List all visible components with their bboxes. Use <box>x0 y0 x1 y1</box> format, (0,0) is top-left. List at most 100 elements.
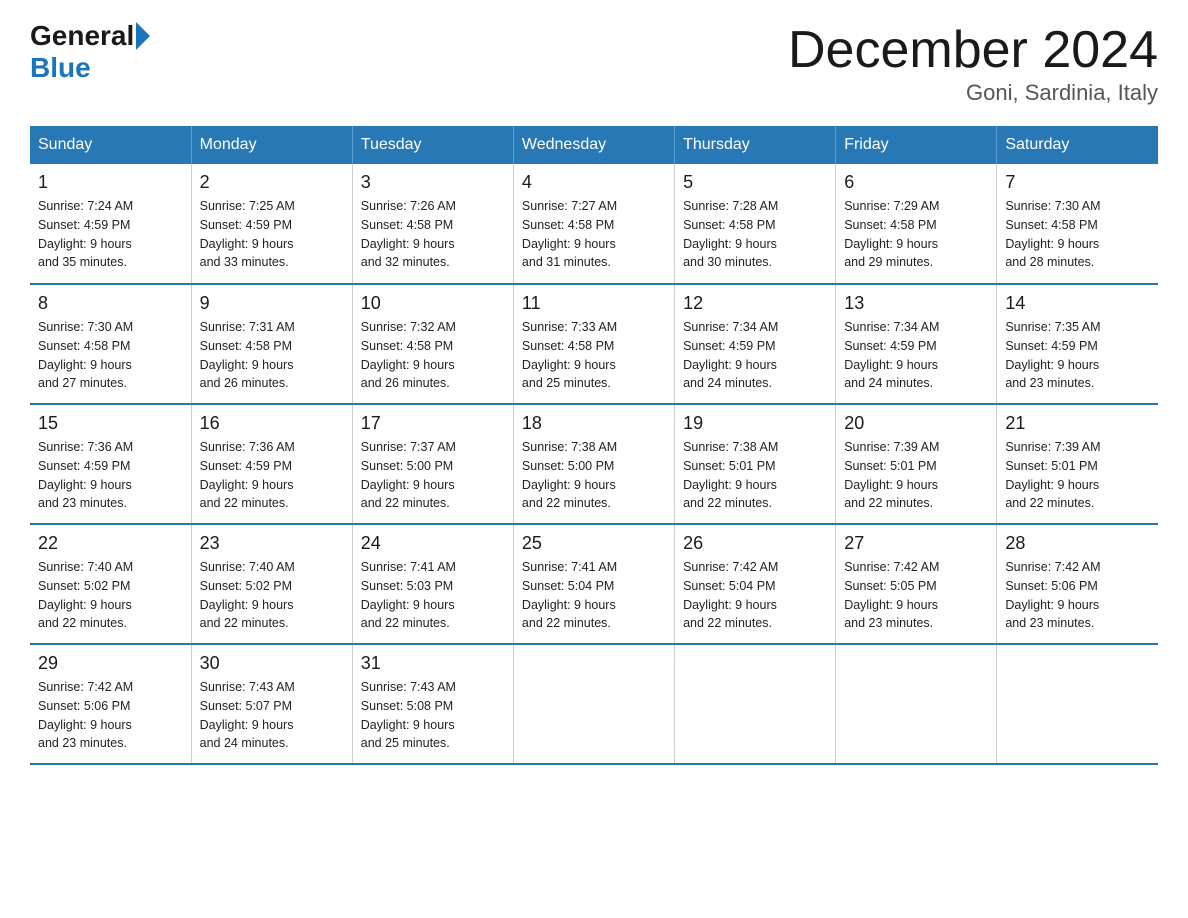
day-info: Sunrise: 7:34 AM Sunset: 4:59 PM Dayligh… <box>844 318 988 393</box>
calendar-day-cell: 19 Sunrise: 7:38 AM Sunset: 5:01 PM Dayl… <box>675 404 836 524</box>
calendar-day-cell <box>836 644 997 764</box>
day-info: Sunrise: 7:30 AM Sunset: 4:58 PM Dayligh… <box>38 318 183 393</box>
calendar-day-cell: 20 Sunrise: 7:39 AM Sunset: 5:01 PM Dayl… <box>836 404 997 524</box>
calendar-day-cell: 27 Sunrise: 7:42 AM Sunset: 5:05 PM Dayl… <box>836 524 997 644</box>
day-info: Sunrise: 7:42 AM Sunset: 5:06 PM Dayligh… <box>1005 558 1150 633</box>
calendar-day-cell: 6 Sunrise: 7:29 AM Sunset: 4:58 PM Dayli… <box>836 164 997 284</box>
calendar-week-row: 8 Sunrise: 7:30 AM Sunset: 4:58 PM Dayli… <box>30 284 1158 404</box>
calendar-day-cell: 10 Sunrise: 7:32 AM Sunset: 4:58 PM Dayl… <box>352 284 513 404</box>
day-number: 17 <box>361 413 505 434</box>
calendar-day-cell: 3 Sunrise: 7:26 AM Sunset: 4:58 PM Dayli… <box>352 164 513 284</box>
weekday-header-wednesday: Wednesday <box>513 126 674 164</box>
day-number: 30 <box>200 653 344 674</box>
day-info: Sunrise: 7:41 AM Sunset: 5:04 PM Dayligh… <box>522 558 666 633</box>
calendar-day-cell: 28 Sunrise: 7:42 AM Sunset: 5:06 PM Dayl… <box>997 524 1158 644</box>
calendar-day-cell: 14 Sunrise: 7:35 AM Sunset: 4:59 PM Dayl… <box>997 284 1158 404</box>
calendar-day-cell: 29 Sunrise: 7:42 AM Sunset: 5:06 PM Dayl… <box>30 644 191 764</box>
day-number: 16 <box>200 413 344 434</box>
calendar-day-cell: 2 Sunrise: 7:25 AM Sunset: 4:59 PM Dayli… <box>191 164 352 284</box>
weekday-header-sunday: Sunday <box>30 126 191 164</box>
weekday-header-tuesday: Tuesday <box>352 126 513 164</box>
calendar-day-cell: 26 Sunrise: 7:42 AM Sunset: 5:04 PM Dayl… <box>675 524 836 644</box>
calendar-day-cell: 4 Sunrise: 7:27 AM Sunset: 4:58 PM Dayli… <box>513 164 674 284</box>
day-number: 15 <box>38 413 183 434</box>
day-info: Sunrise: 7:37 AM Sunset: 5:00 PM Dayligh… <box>361 438 505 513</box>
day-info: Sunrise: 7:25 AM Sunset: 4:59 PM Dayligh… <box>200 197 344 272</box>
day-info: Sunrise: 7:36 AM Sunset: 4:59 PM Dayligh… <box>38 438 183 513</box>
day-number: 20 <box>844 413 988 434</box>
day-number: 5 <box>683 172 827 193</box>
day-info: Sunrise: 7:34 AM Sunset: 4:59 PM Dayligh… <box>683 318 827 393</box>
day-number: 14 <box>1005 293 1150 314</box>
day-number: 29 <box>38 653 183 674</box>
day-number: 9 <box>200 293 344 314</box>
day-info: Sunrise: 7:40 AM Sunset: 5:02 PM Dayligh… <box>200 558 344 633</box>
logo: General Blue <box>30 20 152 84</box>
calendar-day-cell: 13 Sunrise: 7:34 AM Sunset: 4:59 PM Dayl… <box>836 284 997 404</box>
calendar-week-row: 22 Sunrise: 7:40 AM Sunset: 5:02 PM Dayl… <box>30 524 1158 644</box>
day-info: Sunrise: 7:39 AM Sunset: 5:01 PM Dayligh… <box>1005 438 1150 513</box>
day-number: 6 <box>844 172 988 193</box>
weekday-header-thursday: Thursday <box>675 126 836 164</box>
day-number: 21 <box>1005 413 1150 434</box>
calendar-day-cell: 15 Sunrise: 7:36 AM Sunset: 4:59 PM Dayl… <box>30 404 191 524</box>
day-info: Sunrise: 7:28 AM Sunset: 4:58 PM Dayligh… <box>683 197 827 272</box>
calendar-day-cell: 8 Sunrise: 7:30 AM Sunset: 4:58 PM Dayli… <box>30 284 191 404</box>
day-number: 11 <box>522 293 666 314</box>
location-text: Goni, Sardinia, Italy <box>788 80 1158 106</box>
page-header: General Blue December 2024 Goni, Sardini… <box>30 20 1158 106</box>
day-info: Sunrise: 7:42 AM Sunset: 5:04 PM Dayligh… <box>683 558 827 633</box>
day-number: 1 <box>38 172 183 193</box>
calendar-day-cell: 7 Sunrise: 7:30 AM Sunset: 4:58 PM Dayli… <box>997 164 1158 284</box>
day-number: 13 <box>844 293 988 314</box>
logo-arrow-icon <box>136 22 150 50</box>
day-info: Sunrise: 7:24 AM Sunset: 4:59 PM Dayligh… <box>38 197 183 272</box>
day-info: Sunrise: 7:38 AM Sunset: 5:01 PM Dayligh… <box>683 438 827 513</box>
month-title: December 2024 <box>788 20 1158 80</box>
title-block: December 2024 Goni, Sardinia, Italy <box>788 20 1158 106</box>
day-info: Sunrise: 7:29 AM Sunset: 4:58 PM Dayligh… <box>844 197 988 272</box>
day-number: 8 <box>38 293 183 314</box>
calendar-day-cell <box>675 644 836 764</box>
day-number: 24 <box>361 533 505 554</box>
calendar-table: SundayMondayTuesdayWednesdayThursdayFrid… <box>30 126 1158 765</box>
day-number: 31 <box>361 653 505 674</box>
weekday-header-saturday: Saturday <box>997 126 1158 164</box>
weekday-header-monday: Monday <box>191 126 352 164</box>
day-info: Sunrise: 7:30 AM Sunset: 4:58 PM Dayligh… <box>1005 197 1150 272</box>
day-info: Sunrise: 7:43 AM Sunset: 5:08 PM Dayligh… <box>361 678 505 753</box>
day-info: Sunrise: 7:36 AM Sunset: 4:59 PM Dayligh… <box>200 438 344 513</box>
day-info: Sunrise: 7:35 AM Sunset: 4:59 PM Dayligh… <box>1005 318 1150 393</box>
calendar-day-cell: 11 Sunrise: 7:33 AM Sunset: 4:58 PM Dayl… <box>513 284 674 404</box>
calendar-day-cell: 9 Sunrise: 7:31 AM Sunset: 4:58 PM Dayli… <box>191 284 352 404</box>
day-info: Sunrise: 7:27 AM Sunset: 4:58 PM Dayligh… <box>522 197 666 272</box>
day-number: 7 <box>1005 172 1150 193</box>
day-number: 2 <box>200 172 344 193</box>
calendar-day-cell <box>513 644 674 764</box>
calendar-day-cell: 24 Sunrise: 7:41 AM Sunset: 5:03 PM Dayl… <box>352 524 513 644</box>
calendar-day-cell: 25 Sunrise: 7:41 AM Sunset: 5:04 PM Dayl… <box>513 524 674 644</box>
day-info: Sunrise: 7:42 AM Sunset: 5:05 PM Dayligh… <box>844 558 988 633</box>
calendar-week-row: 29 Sunrise: 7:42 AM Sunset: 5:06 PM Dayl… <box>30 644 1158 764</box>
calendar-day-cell: 22 Sunrise: 7:40 AM Sunset: 5:02 PM Dayl… <box>30 524 191 644</box>
day-number: 26 <box>683 533 827 554</box>
day-number: 4 <box>522 172 666 193</box>
calendar-day-cell: 12 Sunrise: 7:34 AM Sunset: 4:59 PM Dayl… <box>675 284 836 404</box>
day-info: Sunrise: 7:32 AM Sunset: 4:58 PM Dayligh… <box>361 318 505 393</box>
day-number: 18 <box>522 413 666 434</box>
day-info: Sunrise: 7:41 AM Sunset: 5:03 PM Dayligh… <box>361 558 505 633</box>
day-number: 27 <box>844 533 988 554</box>
day-info: Sunrise: 7:43 AM Sunset: 5:07 PM Dayligh… <box>200 678 344 753</box>
day-info: Sunrise: 7:40 AM Sunset: 5:02 PM Dayligh… <box>38 558 183 633</box>
day-number: 23 <box>200 533 344 554</box>
day-number: 10 <box>361 293 505 314</box>
day-number: 19 <box>683 413 827 434</box>
calendar-day-cell: 17 Sunrise: 7:37 AM Sunset: 5:00 PM Dayl… <box>352 404 513 524</box>
calendar-day-cell: 18 Sunrise: 7:38 AM Sunset: 5:00 PM Dayl… <box>513 404 674 524</box>
day-info: Sunrise: 7:33 AM Sunset: 4:58 PM Dayligh… <box>522 318 666 393</box>
day-number: 28 <box>1005 533 1150 554</box>
day-number: 3 <box>361 172 505 193</box>
calendar-day-cell: 21 Sunrise: 7:39 AM Sunset: 5:01 PM Dayl… <box>997 404 1158 524</box>
calendar-day-cell: 23 Sunrise: 7:40 AM Sunset: 5:02 PM Dayl… <box>191 524 352 644</box>
logo-blue-text: Blue <box>30 52 91 84</box>
